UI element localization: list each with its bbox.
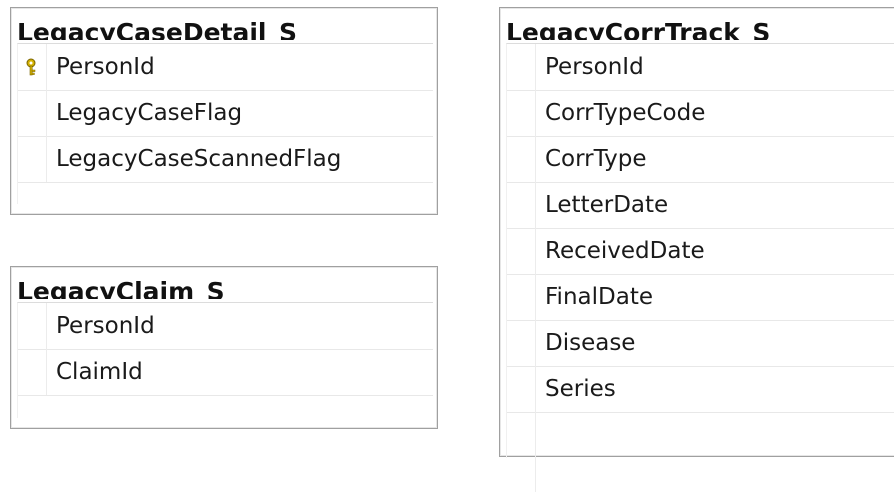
key-icon <box>26 58 36 76</box>
row-selector[interactable] <box>18 44 47 90</box>
row-selector[interactable] <box>18 349 47 395</box>
row-selector[interactable] <box>507 90 536 136</box>
row-selector[interactable] <box>507 182 536 228</box>
column-row[interactable]: CorrTypeCode <box>507 90 894 137</box>
column-row[interactable]: CorrType <box>507 136 894 183</box>
column-name-person-id[interactable]: PersonId <box>545 44 644 90</box>
row-selector[interactable] <box>18 303 47 349</box>
column-row[interactable]: ReceivedDate <box>507 228 894 275</box>
column-name-claim-id[interactable]: ClaimId <box>56 349 143 395</box>
column-name-letter-date[interactable]: LetterDate <box>545 182 668 228</box>
column-row[interactable]: LegacyCaseFlag <box>18 90 433 137</box>
column-row[interactable]: FinalDate <box>507 274 894 321</box>
column-name-received-date[interactable]: ReceivedDate <box>545 228 705 274</box>
column-name-final-date[interactable]: FinalDate <box>545 274 653 320</box>
table-title[interactable]: LegacyClaim_S <box>17 277 225 299</box>
row-selector[interactable] <box>507 274 536 320</box>
column-row[interactable]: LegacyCaseScannedFlag <box>18 136 433 183</box>
column-name-series[interactable]: Series <box>545 366 616 412</box>
column-row[interactable]: PersonId <box>18 44 433 91</box>
column-name-person-id[interactable]: PersonId <box>56 303 155 349</box>
row-selector[interactable] <box>507 320 536 366</box>
column-name-person-id[interactable]: PersonId <box>56 44 155 90</box>
column-name-legacy-case-scanned-flag[interactable]: LegacyCaseScannedFlag <box>56 136 341 182</box>
column-row[interactable]: Series <box>507 366 894 413</box>
row-selector[interactable] <box>507 136 536 182</box>
column-name-legacy-case-flag[interactable]: LegacyCaseFlag <box>56 90 242 136</box>
column-grid: PersonId CorrTypeCode CorrType LetterDat… <box>506 43 894 492</box>
row-selector[interactable] <box>507 44 536 90</box>
column-name-corr-type[interactable]: CorrType <box>545 136 646 182</box>
table-legacy-claim[interactable]: LegacyClaim_S PersonId ClaimId <box>10 266 438 429</box>
table-legacy-case-detail[interactable]: LegacyCaseDetail_S PersonId LegacyCaseFl… <box>10 7 438 215</box>
table-title[interactable]: LegacyCaseDetail_S <box>17 18 297 40</box>
column-grid: PersonId ClaimId <box>17 302 433 418</box>
table-title[interactable]: LegacyCorrTrack_S <box>506 18 770 40</box>
row-selector[interactable] <box>18 90 47 136</box>
column-row[interactable]: LetterDate <box>507 182 894 229</box>
row-selector[interactable] <box>18 136 47 182</box>
column-row[interactable]: ClaimId <box>18 349 433 396</box>
column-row[interactable]: Disease <box>507 320 894 367</box>
row-selector[interactable] <box>507 366 536 412</box>
column-grid: PersonId LegacyCaseFlag LegacyCaseScanne… <box>17 43 433 204</box>
table-legacy-corr-track[interactable]: LegacyCorrTrack_S PersonId CorrTypeCode … <box>499 7 894 492</box>
row-selector-empty <box>507 412 536 492</box>
column-name-corr-type-code[interactable]: CorrTypeCode <box>545 90 705 136</box>
column-row[interactable]: PersonId <box>507 44 894 91</box>
column-row[interactable]: PersonId <box>18 303 433 350</box>
row-selector[interactable] <box>507 228 536 274</box>
column-name-disease[interactable]: Disease <box>545 320 635 366</box>
